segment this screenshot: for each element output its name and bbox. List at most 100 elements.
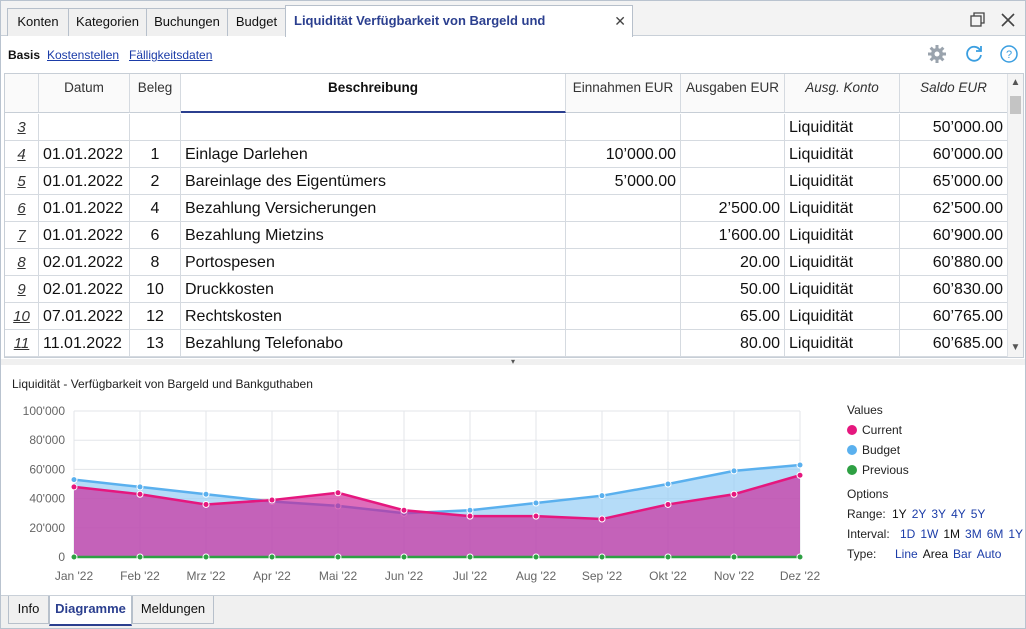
cell-nr[interactable]: 10 — [5, 303, 39, 330]
range-5y[interactable]: 5Y — [971, 507, 986, 521]
cell-datum[interactable]: 07.01.2022 — [39, 303, 130, 330]
tab-diagramme[interactable]: Diagramme — [49, 596, 132, 626]
tab-close-icon[interactable]: ✕ — [614, 6, 626, 36]
table-row[interactable]: 5 01.01.2022 2 Bareinlage des Eigentümers 5’… — [5, 168, 1008, 195]
table-row[interactable]: 9 02.01.2022 10 Druckkosten 50.00 Liquidität 6… — [5, 276, 1008, 303]
cell-einnahmen[interactable] — [566, 195, 681, 222]
cell-saldo[interactable]: 60’765.00 — [900, 303, 1008, 330]
cell-beschreibung[interactable]: Bareinlage des Eigentümers — [181, 168, 566, 195]
scroll-down-icon[interactable]: ▼ — [1008, 341, 1023, 355]
cell-konto[interactable]: Liquidität — [785, 168, 900, 195]
legend-budget[interactable]: Budget — [847, 443, 900, 457]
cell-konto[interactable]: Liquidität — [785, 141, 900, 168]
table-row[interactable]: 11 11.01.2022 13 Bezahlung Telefonabo 80.00 L… — [5, 330, 1008, 357]
cell-datum[interactable]: 11.01.2022 — [39, 330, 130, 357]
restore-icon[interactable] — [967, 10, 987, 30]
tab-meldungen[interactable]: Meldungen — [132, 596, 214, 624]
table-row[interactable]: 3 Liquidität 50’000.00 — [5, 114, 1008, 141]
cell-datum[interactable]: 02.01.2022 — [39, 276, 130, 303]
cell-beschreibung[interactable]: Einlage Darlehen — [181, 141, 566, 168]
scroll-up-icon[interactable]: ▲ — [1008, 76, 1023, 90]
cell-einnahmen[interactable] — [566, 330, 681, 357]
interval-6m[interactable]: 6M — [987, 527, 1004, 541]
cell-saldo[interactable]: 50’000.00 — [900, 114, 1008, 141]
interval-1y[interactable]: 1Y — [1008, 527, 1023, 541]
cell-konto[interactable]: Liquidität — [785, 276, 900, 303]
cell-beleg[interactable]: 6 — [130, 222, 181, 249]
view-kostenstellen[interactable]: Kostenstellen — [47, 48, 119, 62]
view-basis[interactable]: Basis — [8, 48, 40, 62]
cell-beleg[interactable]: 4 — [130, 195, 181, 222]
cell-beleg[interactable]: 12 — [130, 303, 181, 330]
table-scrollbar[interactable]: ▲ ▼ — [1007, 74, 1023, 357]
cell-beleg[interactable]: 13 — [130, 330, 181, 357]
cell-saldo[interactable]: 60’880.00 — [900, 249, 1008, 276]
tab-konten[interactable]: Konten — [7, 8, 69, 36]
interval-1w[interactable]: 1W — [920, 527, 938, 541]
cell-einnahmen[interactable]: 5’000.00 — [566, 168, 681, 195]
cell-ausgaben[interactable]: 20.00 — [681, 249, 785, 276]
header-beschreibung[interactable]: Beschreibung — [181, 74, 566, 113]
table-row[interactable]: 4 01.01.2022 1 Einlage Darlehen 10’000.00 Liq… — [5, 141, 1008, 168]
cell-saldo[interactable]: 65’000.00 — [900, 168, 1008, 195]
cell-beschreibung[interactable]: Bezahlung Versicherungen — [181, 195, 566, 222]
cell-beschreibung[interactable]: Bezahlung Telefonabo — [181, 330, 566, 357]
type-bar[interactable]: Bar — [953, 547, 972, 561]
table-row[interactable]: 8 02.01.2022 8 Portospesen 20.00 Liquidität 60… — [5, 249, 1008, 276]
cell-nr[interactable]: 4 — [5, 141, 39, 168]
cell-nr[interactable]: 5 — [5, 168, 39, 195]
cell-nr[interactable]: 7 — [5, 222, 39, 249]
cell-beleg[interactable]: 8 — [130, 249, 181, 276]
cell-einnahmen[interactable]: 10’000.00 — [566, 141, 681, 168]
tab-liquiditaet[interactable]: Liquidität Verfügbarkeit von Bargeld und… — [285, 5, 633, 58]
help-icon[interactable]: ? — [998, 43, 1020, 65]
cell-datum[interactable] — [39, 114, 130, 141]
cell-nr[interactable]: 8 — [5, 249, 39, 276]
cell-beleg[interactable]: 10 — [130, 276, 181, 303]
cell-beleg[interactable]: 1 — [130, 141, 181, 168]
tab-budget[interactable]: Budget — [227, 8, 286, 36]
cell-ausgaben[interactable]: 80.00 — [681, 330, 785, 357]
cell-beschreibung[interactable] — [181, 114, 566, 141]
gear-icon[interactable] — [926, 43, 948, 65]
header-ausgaben[interactable]: Ausgaben EUR — [681, 74, 785, 113]
interval-1m[interactable]: 1M — [943, 527, 960, 541]
cell-datum[interactable]: 02.01.2022 — [39, 249, 130, 276]
scroll-thumb[interactable] — [1010, 96, 1021, 114]
cell-ausgaben[interactable] — [681, 114, 785, 141]
table-row[interactable]: 6 01.01.2022 4 Bezahlung Versicherungen 2’50… — [5, 195, 1008, 222]
cell-ausgaben[interactable]: 50.00 — [681, 276, 785, 303]
range-2y[interactable]: 2Y — [912, 507, 927, 521]
tab-kategorien[interactable]: Kategorien — [68, 8, 147, 36]
type-auto[interactable]: Auto — [977, 547, 1002, 561]
cell-nr[interactable]: 11 — [5, 330, 39, 357]
cell-nr[interactable]: 6 — [5, 195, 39, 222]
header-saldo[interactable]: Saldo EUR — [900, 74, 1008, 113]
cell-konto[interactable]: Liquidität — [785, 249, 900, 276]
cell-beschreibung[interactable]: Druckkosten — [181, 276, 566, 303]
cell-konto[interactable]: Liquidität — [785, 303, 900, 330]
cell-einnahmen[interactable] — [566, 249, 681, 276]
cell-datum[interactable]: 01.01.2022 — [39, 141, 130, 168]
header-beleg[interactable]: Beleg — [130, 74, 181, 113]
legend-previous[interactable]: Previous — [847, 463, 909, 477]
interval-3m[interactable]: 3M — [965, 527, 982, 541]
range-1y[interactable]: 1Y — [892, 507, 907, 521]
cell-ausgaben[interactable]: 1’600.00 — [681, 222, 785, 249]
cell-einnahmen[interactable] — [566, 276, 681, 303]
cell-konto[interactable]: Liquidität — [785, 195, 900, 222]
interval-1d[interactable]: 1D — [900, 527, 915, 541]
cell-beleg[interactable]: 2 — [130, 168, 181, 195]
cell-konto[interactable]: Liquidität — [785, 114, 900, 141]
table-row[interactable]: 10 07.01.2022 12 Rechtskosten 65.00 Liquiditä… — [5, 303, 1008, 330]
cell-beleg[interactable] — [130, 114, 181, 141]
cell-beschreibung[interactable]: Rechtskosten — [181, 303, 566, 330]
cell-konto[interactable]: Liquidität — [785, 222, 900, 249]
cell-beschreibung[interactable]: Portospesen — [181, 249, 566, 276]
cell-ausgaben[interactable]: 65.00 — [681, 303, 785, 330]
cell-saldo[interactable]: 60’000.00 — [900, 141, 1008, 168]
cell-saldo[interactable]: 62’500.00 — [900, 195, 1008, 222]
cell-ausgaben[interactable] — [681, 141, 785, 168]
cell-beschreibung[interactable]: Bezahlung Mietzins — [181, 222, 566, 249]
cell-saldo[interactable]: 60’900.00 — [900, 222, 1008, 249]
